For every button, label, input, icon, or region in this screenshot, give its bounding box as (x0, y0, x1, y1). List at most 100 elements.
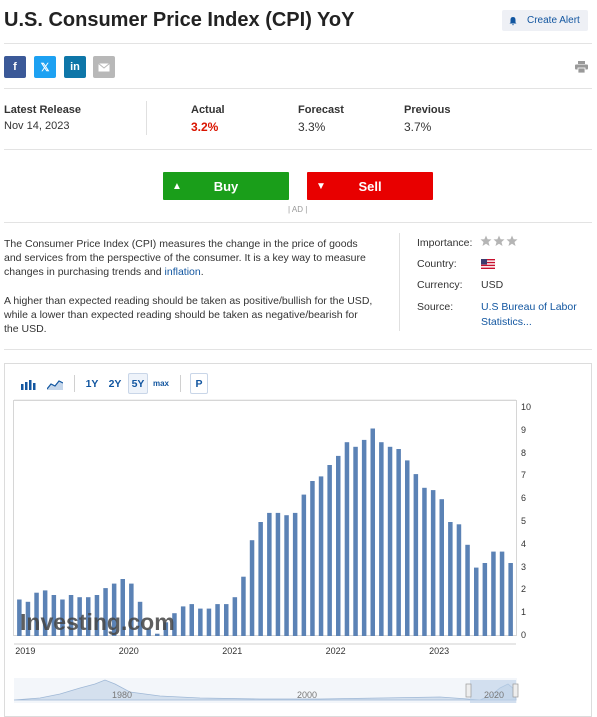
source-link-line-1: U.S Bureau of Labor (481, 301, 577, 313)
chart-bar[interactable] (456, 524, 462, 636)
buy-button[interactable]: ▲ Buy (163, 172, 289, 200)
twitter-share-button[interactable]: 𝕏 (34, 56, 56, 78)
importance-label: Importance: (417, 237, 473, 249)
buy-label: Buy (213, 178, 239, 194)
previous-stat: Previous 3.7% (404, 104, 450, 134)
chart-bar[interactable] (405, 460, 410, 636)
arrow-down-icon: ▼ (316, 180, 326, 192)
actual-stat: Actual 3.2% (191, 104, 225, 134)
email-share-button[interactable] (93, 56, 115, 78)
chart-bar[interactable] (189, 604, 195, 636)
cpi-bar-chart: Investing.com (4, 363, 592, 717)
chart-bar[interactable] (422, 487, 427, 636)
source-link[interactable]: U.S Bureau of Labor Statistics... (481, 300, 577, 330)
chart-bar[interactable] (448, 522, 453, 636)
chart-bar[interactable] (465, 544, 470, 636)
divider (4, 222, 592, 223)
us-flag-icon (481, 258, 495, 270)
divider (146, 101, 147, 135)
chart-bar[interactable] (474, 567, 479, 636)
x-tick-label: 2020 (118, 646, 139, 656)
chart-bar[interactable] (413, 474, 419, 636)
chart-bar[interactable] (206, 608, 212, 636)
latest-release-label: Latest Release (4, 104, 82, 116)
y-tick-label: 8 (521, 447, 527, 458)
chart-navigator[interactable] (13, 678, 519, 703)
chart-bar[interactable] (353, 446, 358, 636)
y-tick-label: 9 (521, 424, 527, 435)
chart-bar[interactable] (370, 428, 376, 637)
chart-bar[interactable] (491, 551, 496, 636)
navigator-left-handle[interactable] (465, 683, 472, 698)
chart-bar[interactable] (379, 442, 384, 636)
chart-bar[interactable] (387, 446, 393, 636)
chart-bar[interactable] (198, 608, 203, 636)
chart-bar[interactable] (180, 606, 186, 636)
currency-value: USD (481, 279, 504, 291)
chart-bar[interactable] (499, 551, 505, 636)
forecast-value: 3.3% (298, 120, 326, 134)
navigator-right-handle[interactable] (512, 683, 519, 698)
previous-value: 3.7% (404, 120, 432, 134)
chart-bar[interactable] (284, 515, 289, 636)
chart-bar[interactable] (318, 476, 324, 636)
investing-watermark: Investing.com (20, 609, 175, 635)
divider (4, 149, 592, 150)
sell-button[interactable]: ▼ Sell (307, 172, 433, 200)
ad-label: | AD | (288, 205, 308, 214)
chart-bar[interactable] (482, 563, 488, 636)
chart-bar[interactable] (430, 490, 436, 636)
chart-bar[interactable] (310, 481, 315, 636)
divider (4, 43, 592, 44)
source-label: Source: (417, 301, 454, 313)
country-label: Country: (417, 258, 457, 270)
y-tick-label: 4 (521, 538, 527, 549)
chart-bar[interactable] (249, 540, 255, 636)
actual-label: Actual (191, 104, 225, 116)
create-alert-button[interactable]: Create Alert (502, 10, 588, 31)
chart-bar[interactable] (361, 439, 367, 636)
chart-bar[interactable] (327, 465, 332, 636)
chart-bar[interactable] (292, 512, 298, 636)
description-text-end: . (200, 266, 204, 278)
description-paragraph-1: The Consumer Price Index (CPI) measures … (4, 237, 374, 279)
divider (4, 88, 592, 89)
x-tick-label: 2021 (222, 646, 243, 656)
y-tick-label: 0 (521, 630, 527, 640)
chart-bar[interactable] (267, 512, 272, 636)
chart-bar[interactable] (301, 494, 307, 636)
star-icon (506, 235, 518, 246)
chart-bar[interactable] (439, 499, 445, 636)
forecast-stat: Forecast 3.3% (298, 104, 344, 134)
latest-release-date: Nov 14, 2023 (4, 120, 70, 132)
chart-bar[interactable] (258, 522, 263, 636)
star-icon (493, 235, 505, 246)
linkedin-icon: in (70, 61, 80, 73)
y-tick-label: 10 (521, 402, 532, 412)
chart-bar[interactable] (232, 597, 238, 636)
chart-bar[interactable] (215, 604, 220, 636)
navigator-label: 1980 (112, 690, 133, 700)
divider (4, 349, 592, 350)
chart-bar[interactable] (275, 512, 281, 636)
y-tick-label: 2 (521, 584, 527, 595)
create-alert-label: Create Alert (527, 15, 580, 26)
print-icon[interactable] (575, 61, 588, 73)
chart-bar[interactable] (396, 449, 401, 636)
chart-bar[interactable] (508, 563, 513, 636)
divider (399, 233, 400, 331)
chart-bar[interactable] (241, 576, 246, 636)
source-link-line-2: Statistics... (481, 316, 532, 328)
sell-label: Sell (358, 178, 382, 194)
linkedin-share-button[interactable]: in (64, 56, 86, 78)
bell-icon (509, 16, 517, 25)
inflation-link[interactable]: inflation (165, 266, 201, 278)
facebook-share-button[interactable]: f (4, 56, 26, 78)
importance-stars (480, 235, 520, 250)
chart-bar[interactable] (344, 442, 350, 636)
chart-bar[interactable] (336, 455, 341, 636)
arrow-up-icon: ▲ (172, 180, 182, 192)
chart-bar[interactable] (224, 604, 229, 636)
latest-release: Latest Release Nov 14, 2023 (4, 104, 81, 132)
star-icon-group (480, 235, 518, 246)
